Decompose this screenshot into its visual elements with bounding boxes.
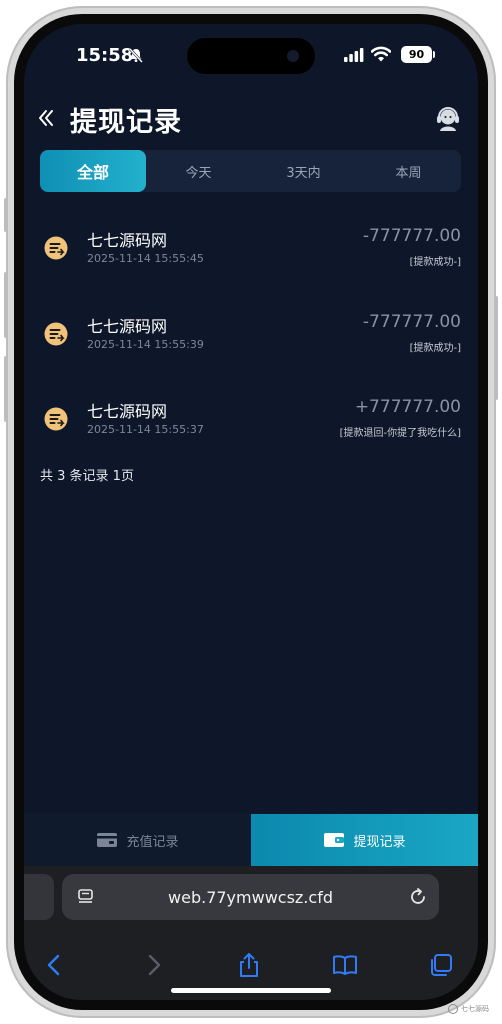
previous-tab-preview[interactable]	[24, 874, 54, 920]
forward-arrow-icon[interactable]	[140, 952, 166, 978]
address-bar[interactable]: web.77ymwwcsz.cfd	[62, 874, 439, 920]
tab-today[interactable]: 今天	[146, 150, 251, 192]
battery-level: 90	[408, 48, 425, 61]
tab-3days[interactable]: 3天内	[251, 150, 356, 192]
withdraw-record-icon	[44, 322, 68, 346]
customer-service-icon[interactable]	[435, 106, 461, 132]
bell-off-icon	[129, 48, 143, 63]
tabs-icon[interactable]	[428, 952, 454, 978]
record-status: [提款成功-]	[409, 343, 461, 354]
tab-all[interactable]: 全部	[40, 150, 146, 192]
record-name: 七七源码网	[87, 231, 168, 250]
record-time: 2025-11-14 15:55:45	[87, 252, 204, 265]
list-item[interactable]: 七七源码网 2025-11-14 15:55:45 -777777.00 [提款…	[24, 220, 478, 290]
record-amount: -777777.00	[362, 226, 461, 246]
withdraw-label: 提现记录	[353, 834, 406, 850]
record-status: [提款退回-你提了我吃什么]	[339, 428, 461, 439]
home-indicator[interactable]	[171, 988, 331, 993]
bottom-nav: 充值记录 提现记录	[24, 814, 478, 866]
watermark: 七七源码	[448, 998, 498, 1020]
browser-toolbar: web.77ymwwcsz.cfd	[24, 866, 478, 1000]
dynamic-island	[187, 38, 315, 74]
record-amount: +777777.00	[354, 397, 461, 417]
record-time: 2025-11-14 15:55:39	[87, 338, 204, 351]
battery-tip	[433, 51, 435, 58]
recharge-label: 充值记录	[126, 834, 179, 850]
status-time: 15:58	[76, 45, 134, 66]
battery-icon: 90	[401, 46, 432, 63]
watermark-text: 七七源码	[461, 1005, 489, 1013]
screen: 15:58 90 提现记录 全部 今天 3天内 本周 七七源码网 2025-11…	[24, 24, 478, 1000]
tab-withdraw-records[interactable]: 提现记录	[251, 814, 478, 866]
cellular-signal-icon	[344, 48, 364, 62]
date-filter-tabs: 全部 今天 3天内 本周	[40, 150, 461, 192]
share-icon[interactable]	[236, 952, 262, 978]
withdraw-record-icon	[44, 236, 68, 260]
record-summary: 共 3 条记录 1页	[40, 469, 134, 484]
volume-up-button	[4, 272, 8, 338]
record-time: 2025-11-14 15:55:37	[87, 423, 204, 436]
back-arrow-icon[interactable]	[42, 952, 68, 978]
wifi-icon	[371, 46, 391, 62]
wallet-icon	[97, 833, 118, 847]
tab-this-week[interactable]: 本周	[356, 150, 461, 192]
list-item[interactable]: 七七源码网 2025-11-14 15:55:37 +777777.00 [提款…	[24, 391, 478, 461]
list-item[interactable]: 七七源码网 2025-11-14 15:55:39 -777777.00 [提款…	[24, 306, 478, 376]
back-icon[interactable]	[38, 107, 56, 129]
record-amount: -777777.00	[362, 312, 461, 332]
action-button	[4, 198, 8, 232]
tab-recharge-records[interactable]: 充值记录	[24, 814, 251, 866]
record-status: [提款成功-]	[409, 257, 461, 268]
volume-down-button	[4, 356, 8, 422]
wallet-icon	[324, 833, 345, 847]
reload-icon[interactable]	[408, 887, 428, 907]
watermark-logo-icon	[448, 1004, 458, 1014]
page-menu-icon[interactable]	[78, 889, 96, 905]
bookmarks-icon[interactable]	[332, 952, 358, 978]
url-text[interactable]: web.77ymwwcsz.cfd	[62, 874, 439, 920]
page-title: 提现记录	[70, 107, 182, 138]
camera-icon	[287, 50, 299, 62]
status-bar: 15:58 90	[24, 24, 478, 86]
power-button	[494, 296, 498, 400]
withdraw-record-icon	[44, 407, 68, 431]
record-name: 七七源码网	[87, 317, 168, 336]
record-name: 七七源码网	[87, 402, 168, 421]
